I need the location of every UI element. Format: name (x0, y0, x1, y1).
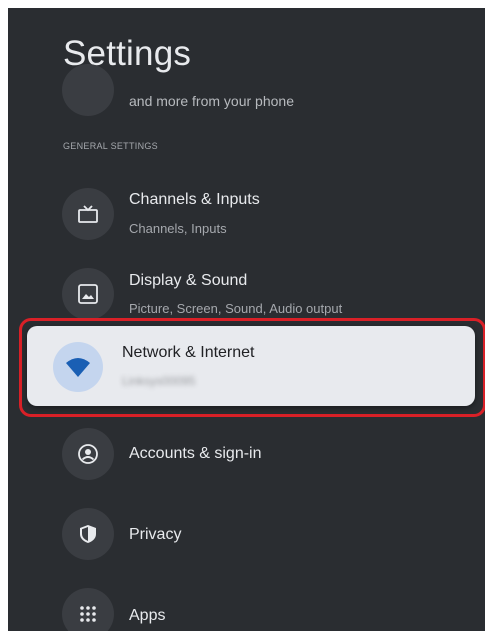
account-icon (62, 428, 114, 480)
section-header-general: GENERAL SETTINGS (63, 141, 158, 151)
item-label: Network & Internet (122, 344, 255, 361)
item-label: Display & Sound (129, 272, 248, 289)
item-subtitle: Picture, Screen, Sound, Audio output (129, 301, 343, 316)
settings-screen: Settings and more from your phone GENERA… (8, 8, 485, 631)
settings-item-accounts[interactable]: Accounts & sign-in (8, 420, 485, 496)
partial-item-icon (62, 64, 114, 116)
item-subtitle: Channels, Inputs (129, 221, 227, 236)
item-label: Apps (129, 607, 166, 624)
network-name-blurred: Linksys00095 (122, 374, 196, 388)
item-label: Accounts & sign-in (129, 445, 262, 462)
item-label: Channels & Inputs (129, 191, 260, 208)
shield-icon (62, 508, 114, 560)
partial-item-text: and more from your phone (129, 93, 294, 109)
settings-item-channels-inputs[interactable]: Channels & Inputs Channels, Inputs (8, 176, 485, 252)
item-label: Privacy (129, 526, 182, 543)
tv-icon (62, 188, 114, 240)
settings-item-apps[interactable]: Apps (8, 580, 485, 631)
apps-grid-icon (62, 588, 114, 631)
image-icon (62, 268, 114, 320)
wifi-icon (53, 342, 103, 392)
settings-item-network-internet[interactable]: Network & Internet Linksys00095 (27, 326, 475, 406)
settings-item-privacy[interactable]: Privacy (8, 500, 485, 576)
